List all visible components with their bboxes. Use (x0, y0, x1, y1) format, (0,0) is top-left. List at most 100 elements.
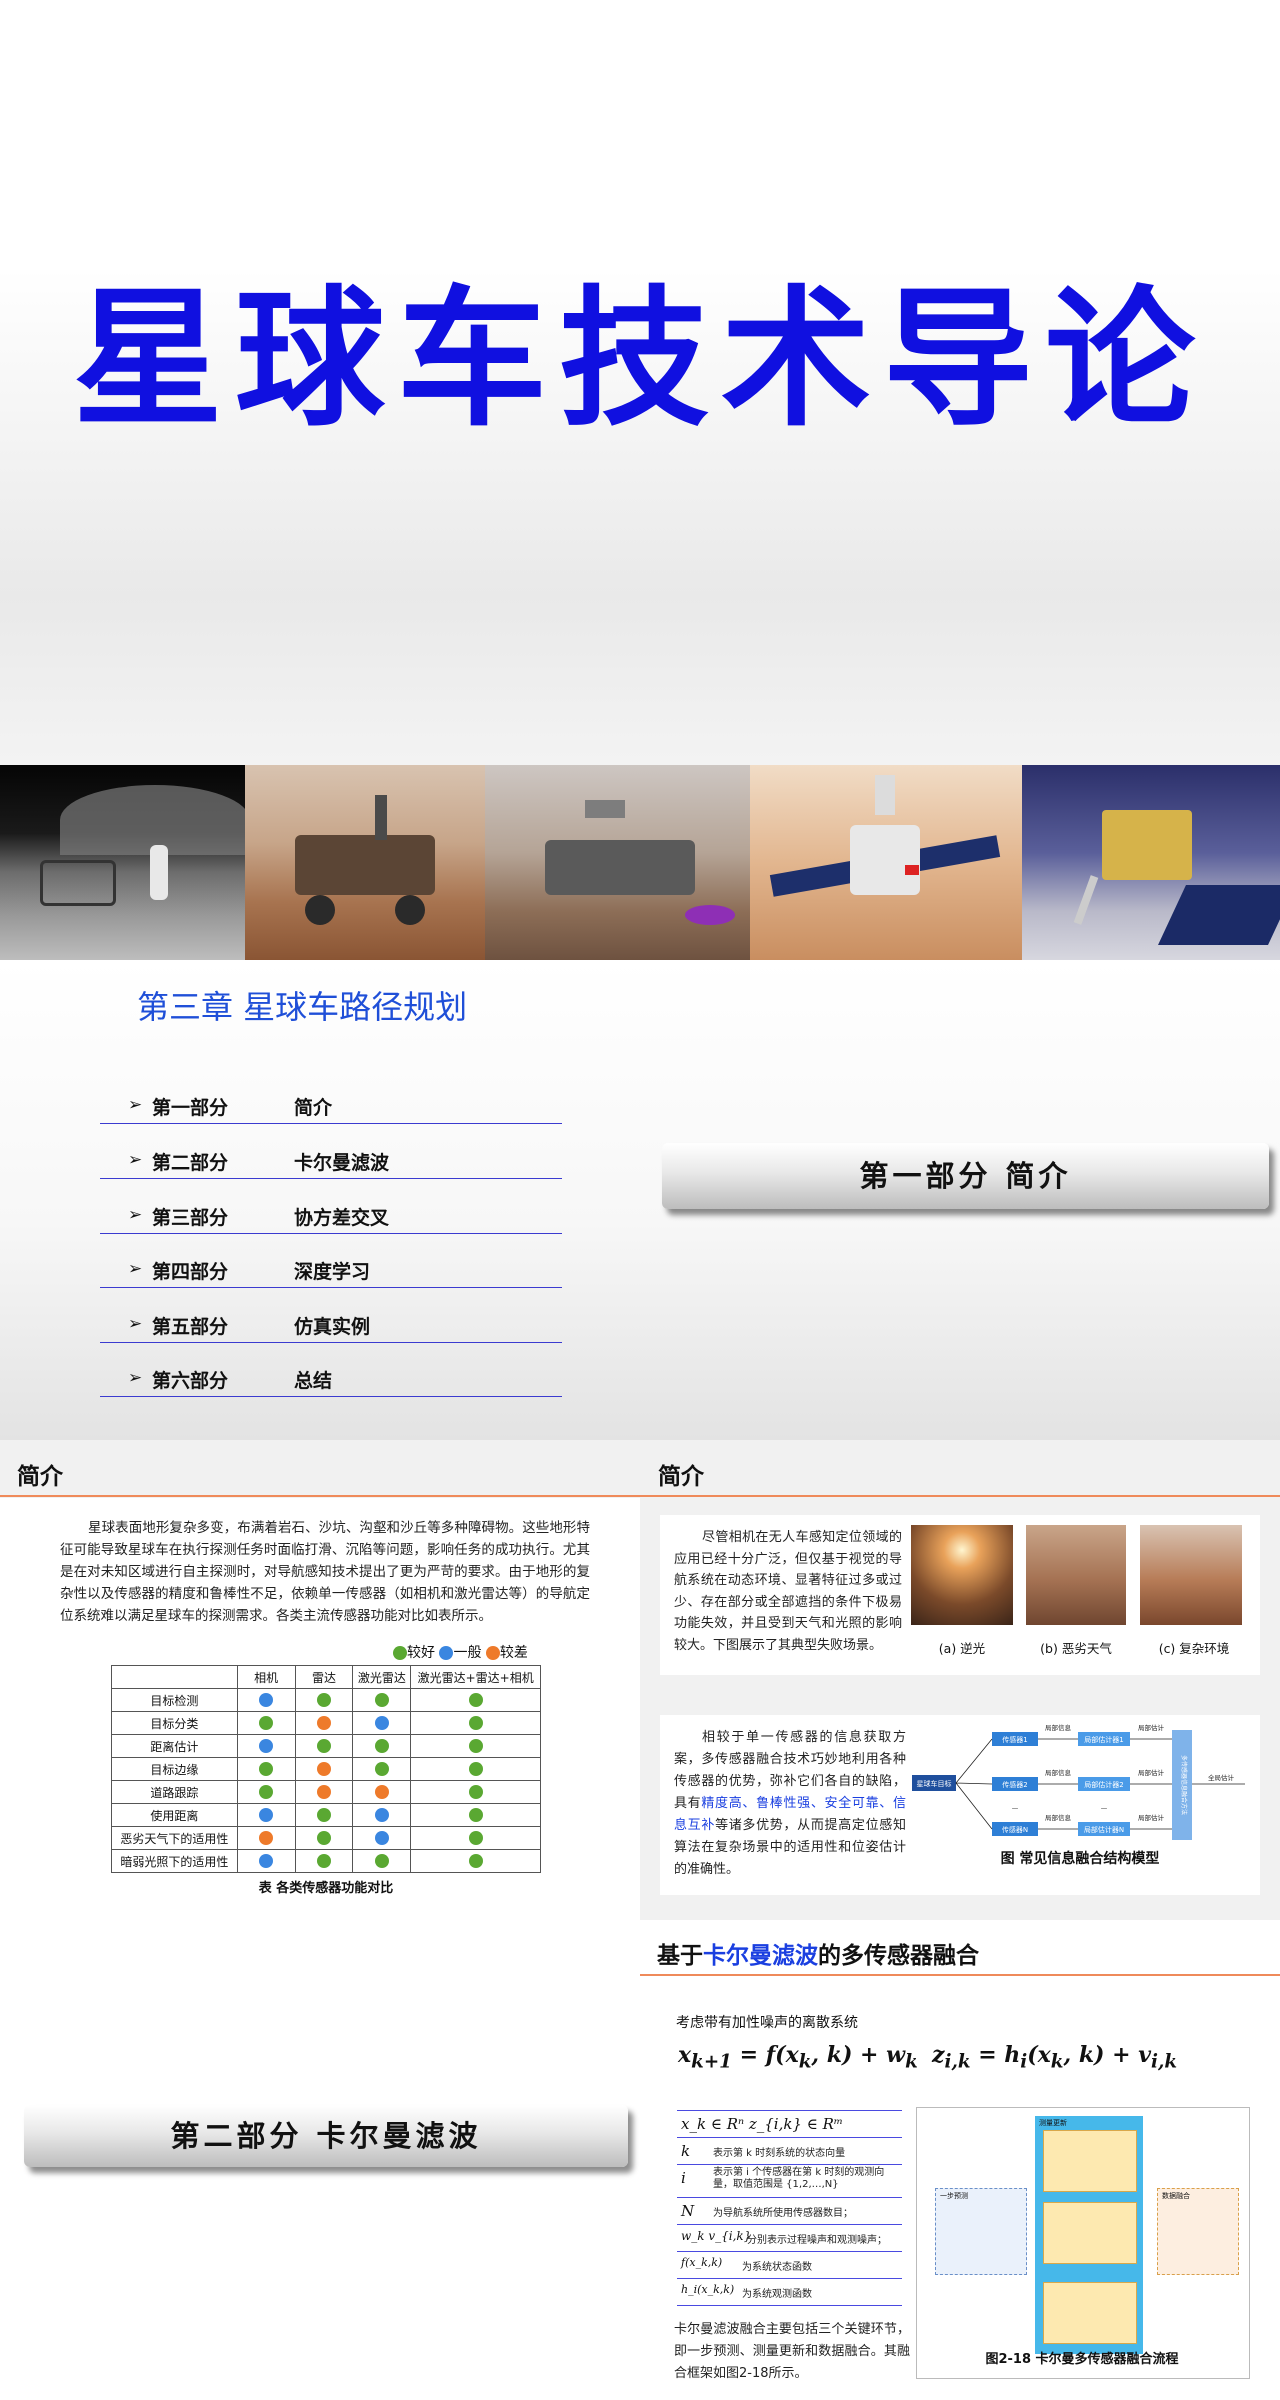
arrow-icon: ➢ (128, 1314, 143, 1334)
toc-name: 仿真实例 (294, 1316, 371, 1338)
toc-item[interactable]: ➢ 第一部分 简介 (100, 1089, 562, 1124)
toc-item[interactable]: ➢ 第四部分 深度学习 (100, 1253, 562, 1288)
section-two-button[interactable]: 第二部分 卡尔曼滤波 (24, 2105, 628, 2167)
rating-cell (294, 1849, 354, 1873)
rating-cell (352, 1757, 412, 1781)
def-symbol: x_k ∈ Rⁿ z_{i,k} ∈ Rᵐ (681, 2115, 844, 2133)
course-title: 星球车技术导论 (72, 273, 1207, 447)
good-dot-icon (316, 1854, 331, 1869)
section-one-button[interactable]: 第一部分 简介 (662, 1143, 1269, 1209)
row-label: 距离估计 (111, 1734, 238, 1758)
good-dot-icon (468, 1785, 483, 1800)
good-dot-icon (259, 1785, 274, 1800)
good-dot-icon (316, 1693, 331, 1708)
table-header-row: 相机 雷达 激光雷达 激光雷达+雷达+相机 (111, 1665, 541, 1689)
edge (955, 1738, 993, 1830)
toc-name: 协方差交叉 (294, 1207, 390, 1229)
ellipsis: — (1101, 1804, 1108, 1812)
divider (0, 1495, 640, 1497)
good-dot-icon (468, 1808, 483, 1823)
good-dot-icon (468, 1716, 483, 1731)
edge-label: 局部信息 (1045, 1723, 1072, 1732)
input-label: 星球车目标 (917, 1779, 952, 1788)
rating-cell (352, 1688, 412, 1712)
definition-row: h_i(x_k,k) 为系统观测函数 (677, 2279, 902, 2306)
fusion-structure-diagram: 星球车目标 传感器1 传感器2 传感器N 局部估计器1 局部估计器2 局部估计器… (912, 1723, 1245, 1840)
poor-dot-icon (316, 1716, 331, 1731)
rating-cell (294, 1826, 354, 1850)
rating-cell (294, 1803, 354, 1827)
row-label: 使用距离 (111, 1803, 238, 1827)
good-dot-icon (393, 1646, 407, 1660)
divider (640, 1974, 1280, 1976)
toc-item[interactable]: ➢ 第六部分 总结 (100, 1362, 562, 1397)
table-row: 道路跟踪 (111, 1780, 541, 1804)
rating-cell (236, 1688, 296, 1712)
good-dot-icon (468, 1739, 483, 1754)
fusion-box: 数据融合 (1157, 2188, 1239, 2275)
legend-poor: 较差 (499, 1645, 528, 1661)
rating-cell (236, 1826, 296, 1850)
definition-row: N 为导航系统所使用传感器数目； (677, 2198, 902, 2225)
def-description: 为系统观测函数 (742, 2289, 812, 2300)
rating-cell (410, 1711, 541, 1735)
row-label: 目标边缘 (111, 1757, 238, 1781)
definition-row: k 表示第 k 时刻系统的状态向量 (677, 2138, 902, 2165)
caption-bad-weather: (b) 恶劣天气 (1040, 1641, 1112, 1656)
good-dot-icon (468, 1693, 483, 1708)
rating-cell (352, 1711, 412, 1735)
fair-dot-icon (259, 1854, 274, 1869)
kalman-slide: 第二部分 卡尔曼滤波 基于卡尔曼滤波的多传感器融合 考虑带有加性噪声的离散系统 … (0, 1920, 1280, 2400)
left-paragraph: 星球表面地形复杂多变，布满着岩石、沙坑、沟壑和沙丘等多种障碍物。这些地形特征可能… (60, 1520, 590, 1624)
poor-dot-icon (316, 1785, 331, 1800)
rating-cell (352, 1734, 412, 1758)
row-label: 目标检测 (111, 1688, 238, 1712)
rating-cell (410, 1803, 541, 1827)
zhurong-rover-photo (750, 765, 1022, 960)
legend-good: 较好 (407, 1645, 435, 1661)
estimator-label: 局部估计器1 (1084, 1735, 1123, 1744)
rating-cell (294, 1688, 354, 1712)
fair-dot-icon (259, 1808, 274, 1823)
good-dot-icon (374, 1762, 389, 1777)
toc-item[interactable]: ➢ 第三部分 协方差交叉 (100, 1199, 562, 1234)
state-equation: xk+1 = f(xk, k) + wk (678, 2042, 918, 2073)
def-description: 为系统状态函数 (742, 2262, 812, 2273)
right-paragraph-2: 相较于单一传感器的信息获取方案，多传感器融合技术巧妙地利用各种传感器的优势，弥补… (674, 1727, 906, 1881)
definition-row: i 表示第 i 个传感器在第 k 时刻的观测向量，取值范围是 {1,2,…,N} (677, 2165, 902, 2198)
lunar-lander-photo (1022, 765, 1280, 960)
intro-text: 考虑带有加性噪声的离散系统 (676, 2015, 858, 2031)
poor-dot-icon (316, 1762, 331, 1777)
arrow-icon: ➢ (128, 1095, 143, 1115)
toc-part: 第一部分 (152, 1097, 229, 1119)
fair-dot-icon (259, 1739, 274, 1754)
toc-name: 深度学习 (294, 1261, 371, 1283)
rating-cell (294, 1780, 354, 1804)
toc-item[interactable]: ➢ 第五部分 仿真实例 (100, 1308, 562, 1343)
rating-cell (236, 1757, 296, 1781)
fusion-label: 多传感器信息融合方法 (1180, 1755, 1188, 1815)
poor-dot-icon (485, 1646, 500, 1660)
kalman-figure: 一步预测 测量更新 数据融合 (916, 2107, 1250, 2379)
table-row: 距离估计 (111, 1734, 541, 1758)
rating-cell (236, 1849, 296, 1873)
rating-cell (410, 1780, 541, 1804)
sensor-update-block (1043, 2202, 1137, 2264)
sensor-label: 传感器2 (1002, 1780, 1027, 1789)
arrow-icon: ➢ (128, 1205, 143, 1225)
toc-name: 卡尔曼滤波 (294, 1152, 390, 1174)
toc-part: 第四部分 (152, 1261, 229, 1283)
good-dot-icon (316, 1831, 331, 1846)
title-text: 的多传感器融合 (818, 1943, 979, 1969)
intro-slide: 简介 星球表面地形复杂多变，布满着岩石、沙坑、沟壑和沙丘等多种障碍物。这些地形特… (0, 1440, 1280, 1920)
rating-cell (410, 1849, 541, 1873)
def-description: 分别表示过程噪声和观测噪声； (747, 2235, 887, 2246)
table-caption: 表 各类传感器功能对比 (258, 1881, 394, 1896)
good-dot-icon (316, 1808, 331, 1823)
def-description: 为导航系统所使用传感器数目； (713, 2208, 853, 2219)
def-symbol: N (681, 2202, 695, 2220)
estimator-label: 局部估计器2 (1084, 1780, 1123, 1789)
toc-item[interactable]: ➢ 第二部分 卡尔曼滤波 (100, 1144, 562, 1179)
rating-cell (236, 1780, 296, 1804)
arrow-icon: ➢ (128, 1259, 143, 1279)
